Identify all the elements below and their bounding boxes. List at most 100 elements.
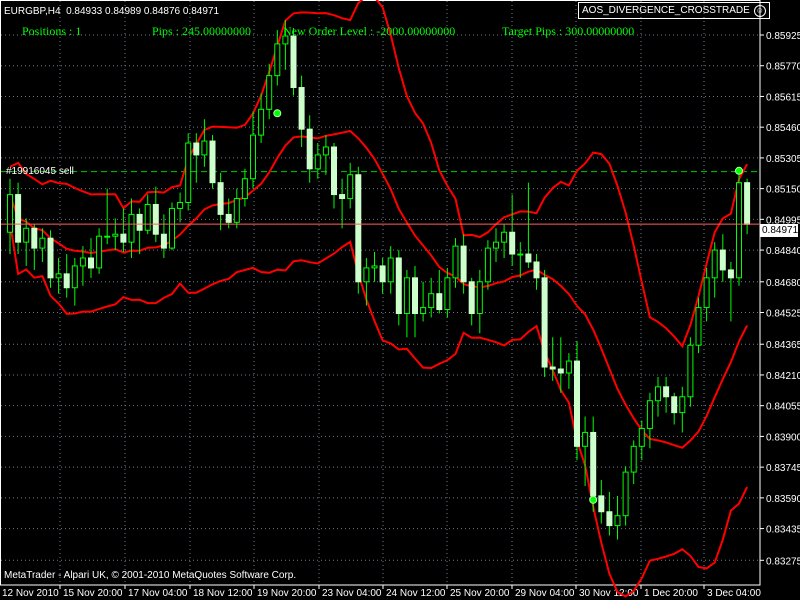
y-tick-label: 0.83745 [766,463,800,474]
smiley-icon[interactable]: ☺ [753,4,766,17]
candle-body [484,247,491,283]
y-tick-label: 0.83590 [766,494,800,505]
x-tick-label: 1 Dec 20:00 [644,588,698,599]
candle-body [387,257,394,283]
candle-body [638,427,645,447]
y-tick-label: 0.83275 [766,556,800,567]
candle-body [606,511,613,527]
candle-body [444,277,451,311]
candle-body [88,257,94,269]
candle-body [225,213,232,223]
signal-marker [273,109,282,118]
candle-body [363,267,370,283]
expert-advisor-badge[interactable]: AOS_DIVERGENCE_CROSSTRADE ☺ [578,2,770,19]
candle-body [379,265,386,283]
x-tick-label: 3 Dec 04:00 [707,588,761,599]
candle-body [79,257,86,267]
candle-body [347,174,354,200]
candle-body [71,265,78,289]
candle-body [185,142,192,204]
candle-body [209,140,216,184]
candle-body [565,360,572,374]
candle-body [428,293,435,309]
candle-body [314,154,321,170]
new-order-level-stat: New Order Level : -2000.00000000 [283,24,456,38]
y-tick-label: 0.84210 [766,371,800,382]
candle-body [452,245,459,279]
x-tick-label: 15 Nov 20:00 [63,588,123,599]
candle-body [250,134,256,180]
y-tick-label: 0.85305 [766,154,800,165]
current-price-tag: 0.84971 [760,224,799,237]
candle-body [436,293,443,311]
y-tick-label: 0.84365 [766,340,800,351]
candle-body [671,396,678,414]
candle-body [420,307,427,315]
candle-body [217,182,224,215]
candle-body [55,273,62,279]
chart-frame [0,0,761,586]
candle-body [630,445,637,473]
candle-body [687,344,694,398]
candle-body [582,431,589,447]
candle-body [169,207,175,249]
chart-header: EURGBP,H4 0.84933 0.84989 0.84876 0.8497… [4,6,219,17]
candle-body [695,307,702,346]
ohlc-values: 0.84933 0.84989 0.84876 0.84971 [66,6,220,17]
candle-body [679,396,686,414]
y-tick-label: 0.85150 [766,185,800,196]
candle-body [128,213,135,243]
candle-body [193,142,200,156]
y-tick-label: 0.84840 [766,246,800,257]
candle-body [258,108,265,136]
candle-body [306,128,313,170]
candle-body [509,231,516,255]
candle-body [112,233,119,237]
candle-body [7,194,13,233]
candle-body [493,241,499,249]
x-tick-label: 29 Nov 04:00 [515,588,575,599]
x-tick-label: 19 Nov 20:00 [257,588,317,599]
sell-order-label[interactable]: #19916045 sell [6,166,74,177]
lower-band-line [9,222,748,598]
candle-body [501,231,508,243]
symbol-label: EURGBP,H4 [4,6,61,17]
candle-body [557,368,564,374]
candle-body [15,194,22,243]
candle-body [120,233,127,243]
candle-body [598,495,605,513]
pips-stat: Pips : 245.00000000 [152,24,252,38]
candle-body [96,235,103,269]
candle-body [646,400,653,429]
candle-body [614,515,621,527]
candle-body [233,198,240,223]
price-chart[interactable]: 0.85925 0.85770 0.85615 0.85460 0.85305 0.851… [0,0,800,600]
candle-body [517,253,524,256]
candle-body [63,273,70,289]
candle-body [703,277,710,309]
candle-body [355,174,362,283]
copyright-text: MetaTrader - Alpari UK, © 2001-2010 Meta… [4,570,297,581]
candle-body [47,237,54,279]
candle-body [160,233,167,249]
candle-body [298,87,305,130]
candle-body [339,194,346,200]
candle-body [241,178,248,200]
expert-name: AOS_DIVERGENCE_CROSSTRADE [582,5,750,16]
candle-body [476,281,483,315]
candle-body [403,277,410,315]
y-tick-label: 0.85770 [766,62,800,73]
candle-body [201,140,208,156]
candle-body [266,75,273,110]
y-tick-label: 0.83435 [766,525,800,536]
candle-body [719,249,726,271]
candle-body [371,265,378,269]
y-tick-label: 0.85460 [766,123,800,134]
upper-band-line [9,0,748,349]
candle-body [39,237,46,249]
candle-body [590,431,597,497]
candle-body [136,213,143,231]
x-tick-label: 17 Nov 04:00 [128,588,188,599]
candle-body [31,227,38,249]
candle-body [711,249,718,279]
